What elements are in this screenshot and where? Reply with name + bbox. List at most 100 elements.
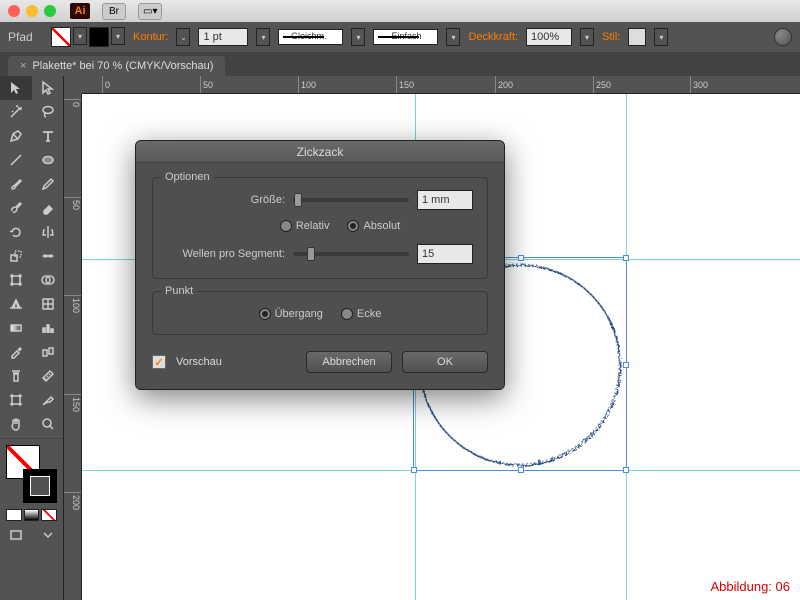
size-slider-thumb[interactable] (294, 193, 302, 207)
figure-caption: Abbildung: 06 (710, 579, 790, 594)
zoom-window[interactable] (44, 5, 56, 17)
recolor-button[interactable] (774, 28, 792, 46)
stroke-profile-2[interactable]: Einfach (373, 29, 438, 45)
stroke-profile-1-menu[interactable]: ▾ (351, 28, 365, 46)
layout-menu-button[interactable]: ▭▾ (138, 3, 162, 20)
ok-button[interactable]: OK (402, 351, 488, 373)
radio-icon (347, 220, 359, 232)
blend-tool[interactable] (32, 340, 64, 364)
style-swatch[interactable] (628, 28, 646, 46)
close-tab-icon[interactable]: × (20, 60, 26, 72)
color-mode-solid[interactable] (6, 509, 22, 521)
sel-handle-sw[interactable] (411, 467, 417, 473)
reflect-tool[interactable] (32, 220, 64, 244)
preview-checkbox[interactable] (152, 355, 166, 369)
dialog-title[interactable]: Zickzack (136, 141, 504, 163)
blob-brush-tool[interactable] (0, 196, 32, 220)
app-logo-icon: Ai (70, 3, 90, 19)
stroke-box[interactable] (23, 469, 57, 503)
width-tool[interactable] (32, 244, 64, 268)
screen-mode-toggle[interactable] (32, 523, 64, 547)
pen-tool[interactable] (0, 124, 32, 148)
fill-stroke-indicator[interactable] (6, 445, 57, 503)
fill-stroke-swatches[interactable]: ▾ ▾ (51, 27, 125, 47)
radio-relative[interactable]: Relativ (280, 220, 330, 232)
ellipse-tool[interactable] (32, 148, 64, 172)
opacity-label: Deckkraft: (468, 31, 518, 43)
kontur-label: Kontur: (133, 31, 168, 43)
free-transform-tool[interactable] (0, 268, 32, 292)
eraser-tool[interactable] (32, 196, 64, 220)
ridges-slider[interactable] (293, 252, 409, 256)
zoom-tool[interactable] (32, 412, 64, 436)
point-fieldset: Punkt Übergang Ecke (152, 291, 488, 335)
macos-titlebar: Ai Br ▭▾ (0, 0, 800, 22)
radio-absolute[interactable]: Absolut (347, 220, 400, 232)
radio-icon (280, 220, 292, 232)
stroke-swatch[interactable] (89, 27, 109, 47)
mesh-tool[interactable] (32, 292, 64, 316)
opacity-input[interactable] (526, 28, 572, 46)
document-tab[interactable]: × Plakette* bei 70 % (CMYK/Vorschau) (8, 56, 225, 76)
lasso-tool[interactable] (32, 100, 64, 124)
stroke-dropdown[interactable]: ▾ (111, 27, 125, 45)
size-label: Größe: (167, 194, 285, 206)
shape-builder-tool[interactable] (32, 268, 64, 292)
magic-wand-tool[interactable] (0, 100, 32, 124)
object-kind-label: Pfad (8, 30, 43, 44)
selection-tool[interactable] (0, 76, 32, 100)
slice-tool[interactable] (32, 388, 64, 412)
sel-handle-n[interactable] (518, 255, 524, 261)
opacity-menu[interactable]: ▾ (580, 28, 594, 46)
fill-swatch[interactable] (51, 27, 71, 47)
ridges-input[interactable] (417, 244, 473, 264)
size-input[interactable] (417, 190, 473, 210)
eyedropper-tool[interactable] (0, 340, 32, 364)
ruler-vertical[interactable]: 0 50 100 150 200 (64, 94, 82, 600)
pencil-tool[interactable] (32, 172, 64, 196)
ruler-horizontal[interactable]: 0 50 100 150 200 250 300 (82, 76, 800, 94)
stroke-width-input[interactable] (198, 28, 248, 46)
minimize-window[interactable] (26, 5, 38, 17)
bridge-button[interactable]: Br (102, 3, 126, 20)
gradient-tool[interactable] (0, 316, 32, 340)
radio-smooth[interactable]: Übergang (259, 308, 323, 320)
sel-handle-ne[interactable] (623, 255, 629, 261)
cancel-button[interactable]: Abbrechen (306, 351, 392, 373)
symbol-sprayer-tool[interactable] (0, 364, 32, 388)
direct-selection-tool[interactable] (32, 76, 64, 100)
style-label: Stil: (602, 31, 620, 43)
sel-handle-e[interactable] (623, 362, 629, 368)
sel-handle-se[interactable] (623, 467, 629, 473)
preview-label: Vorschau (176, 356, 222, 368)
control-bar: Pfad ▾ ▾ Kontur: ⌄ ▾ Gleichm. ▾ Einfach … (0, 22, 800, 52)
radio-corner[interactable]: Ecke (341, 308, 381, 320)
color-mode-none[interactable] (41, 509, 57, 521)
hand-tool[interactable] (0, 412, 32, 436)
style-menu[interactable]: ▾ (654, 28, 668, 46)
screen-mode-normal[interactable] (0, 523, 32, 547)
close-window[interactable] (8, 5, 20, 17)
paintbrush-tool[interactable] (0, 172, 32, 196)
stroke-width-down[interactable]: ⌄ (176, 28, 190, 46)
scale-tool[interactable] (0, 244, 32, 268)
type-tool[interactable] (32, 124, 64, 148)
options-fieldset: Optionen Größe: Relativ Absolut Wellen p… (152, 177, 488, 279)
stroke-profile-1[interactable]: Gleichm. (278, 29, 343, 45)
measure-tool[interactable] (32, 364, 64, 388)
point-legend: Punkt (161, 285, 197, 297)
color-mode-switches[interactable] (6, 509, 57, 521)
color-mode-gradient[interactable] (24, 509, 40, 521)
ridges-slider-thumb[interactable] (307, 247, 315, 261)
rotate-tool[interactable] (0, 220, 32, 244)
fill-dropdown[interactable]: ▾ (73, 27, 87, 45)
size-slider[interactable] (293, 198, 409, 202)
sel-handle-s[interactable] (518, 467, 524, 473)
artboard-tool[interactable] (0, 388, 32, 412)
radio-icon (259, 308, 271, 320)
column-graph-tool[interactable] (32, 316, 64, 340)
perspective-grid-tool[interactable] (0, 292, 32, 316)
stroke-width-menu[interactable]: ▾ (256, 28, 270, 46)
line-tool[interactable] (0, 148, 32, 172)
stroke-profile-2-menu[interactable]: ▾ (446, 28, 460, 46)
